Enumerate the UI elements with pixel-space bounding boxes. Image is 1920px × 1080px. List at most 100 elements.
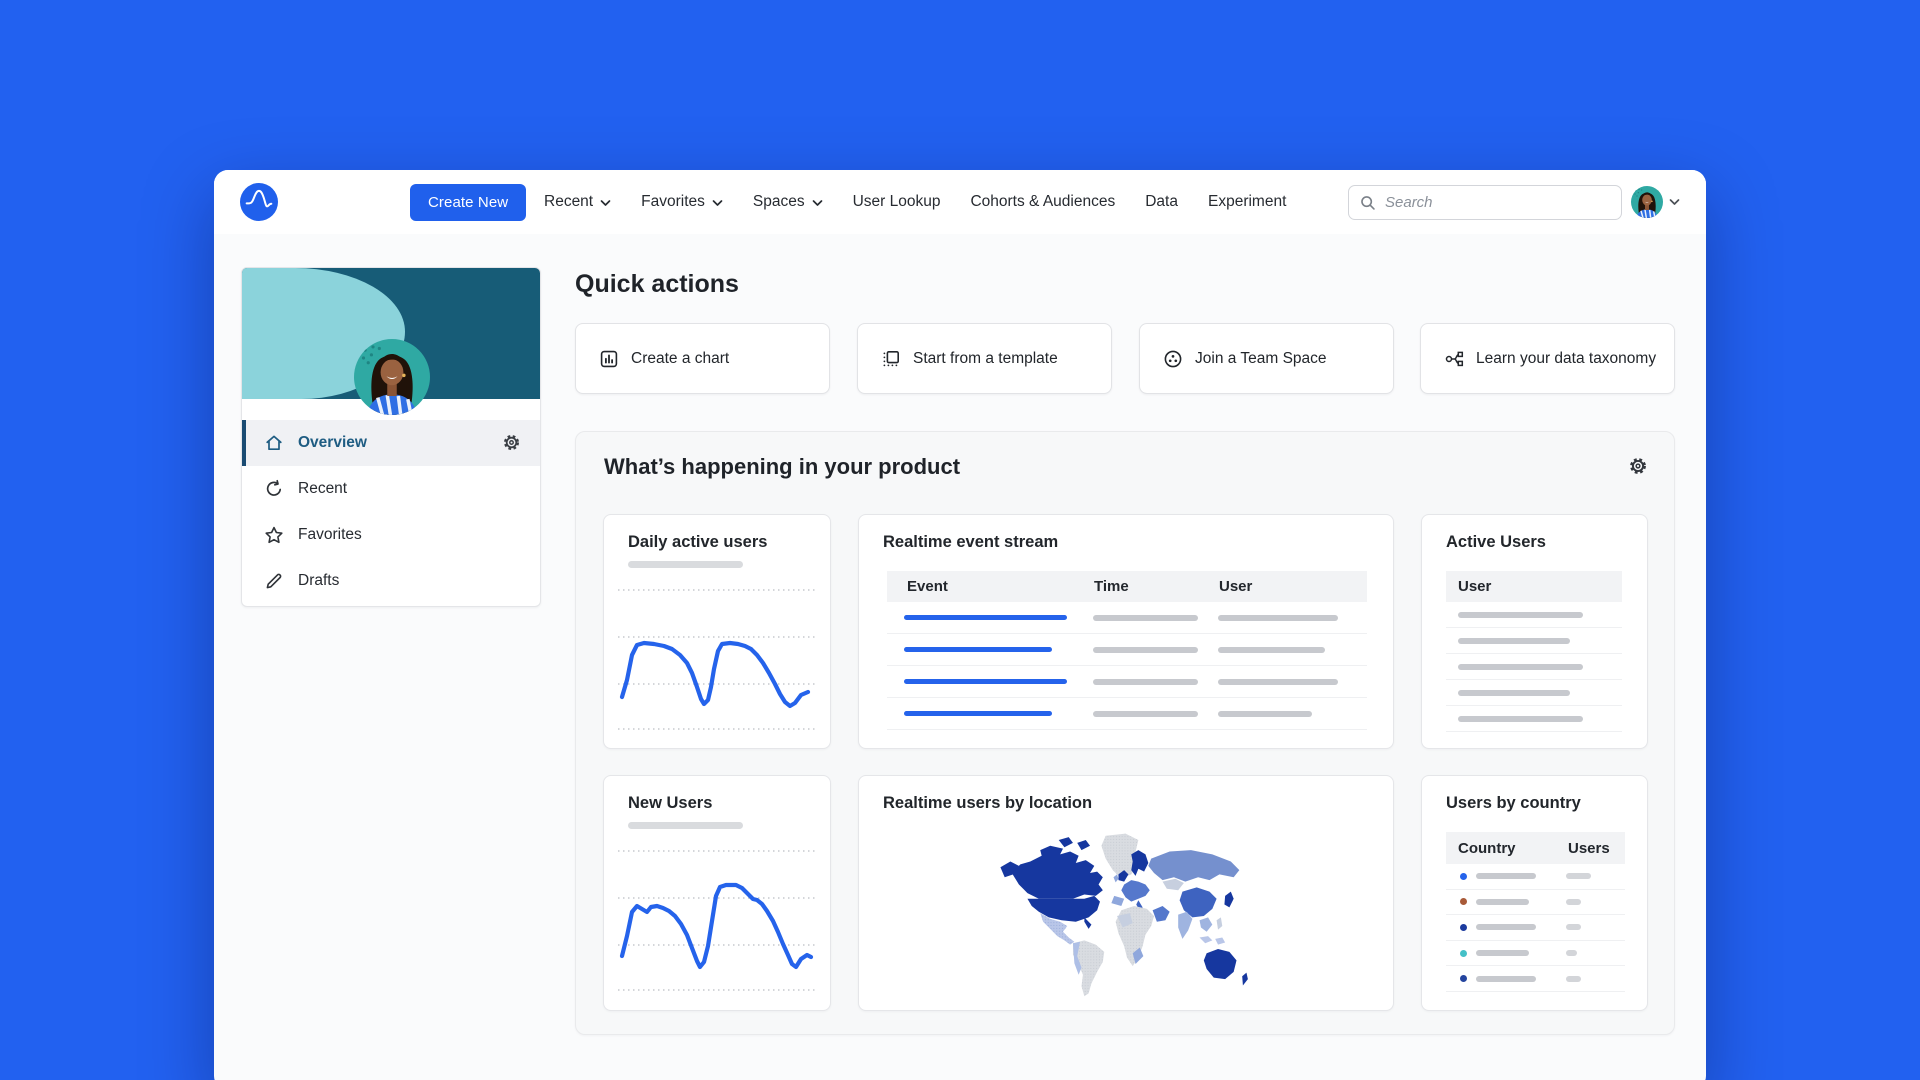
users-skeleton-bar xyxy=(1566,976,1581,982)
users-by-country-card[interactable]: Users by country Country Users xyxy=(1421,775,1648,1011)
realtime-event-stream-card[interactable]: Realtime event stream Event Time User xyxy=(858,514,1394,749)
column-header-users: Users xyxy=(1568,840,1610,857)
time-skeleton-bar xyxy=(1093,679,1198,685)
panel-settings-gear-icon[interactable] xyxy=(1628,456,1648,476)
nav-item-label: Spaces xyxy=(753,193,805,211)
users-skeleton-bar xyxy=(1566,924,1581,930)
team-space-icon xyxy=(1163,349,1183,369)
users-by-country-table: Country Users xyxy=(1446,832,1625,992)
new-users-chart xyxy=(604,836,831,1001)
nav-item-cohorts-audiences[interactable]: Cohorts & Audiences xyxy=(970,193,1115,211)
sidebar-item-favorites[interactable]: Favorites xyxy=(242,512,540,558)
world-map xyxy=(999,830,1255,1002)
event-stream-row xyxy=(887,666,1367,698)
user-skeleton-bar xyxy=(1458,716,1583,722)
daily-active-users-card[interactable]: Daily active users xyxy=(603,514,831,749)
user-skeleton-bar xyxy=(1458,690,1570,696)
user-skeleton-bar xyxy=(1458,638,1570,644)
quick-action-learn-your-data-taxonomy[interactable]: Learn your data taxonomy xyxy=(1420,323,1675,394)
users-skeleton-bar xyxy=(1566,873,1591,879)
template-icon xyxy=(881,349,901,369)
quick-action-join-a-team-space[interactable]: Join a Team Space xyxy=(1139,323,1394,394)
taxonomy-icon xyxy=(1444,349,1464,369)
profile-menu[interactable] xyxy=(1631,186,1680,218)
column-header-event: Event xyxy=(907,578,1094,595)
nav-item-user-lookup[interactable]: User Lookup xyxy=(853,193,941,211)
table-header: Country Users xyxy=(1446,832,1625,864)
amplitude-logo-icon[interactable] xyxy=(240,183,278,221)
sidebar-item-recent[interactable]: Recent xyxy=(242,466,540,512)
country-skeleton-bar xyxy=(1476,873,1536,879)
chevron-down-icon xyxy=(600,199,611,207)
country-row xyxy=(1446,864,1625,890)
refresh-icon xyxy=(264,479,284,499)
nav-item-recent[interactable]: Recent xyxy=(544,193,611,211)
profile-avatar[interactable] xyxy=(354,339,430,415)
quick-action-start-from-a-template[interactable]: Start from a template xyxy=(857,323,1112,394)
users-skeleton-bar xyxy=(1566,899,1581,905)
column-header-user: User xyxy=(1458,578,1491,595)
overview-settings-gear-icon[interactable] xyxy=(502,433,522,453)
sidebar-menu: Overview Recent Favorites Drafts xyxy=(242,420,540,604)
event-stream-row xyxy=(887,602,1367,634)
active-user-row xyxy=(1446,680,1622,706)
sidebar-item-label: Favorites xyxy=(298,526,362,544)
event-skeleton-bar xyxy=(904,711,1052,716)
quick-action-label: Learn your data taxonomy xyxy=(1476,350,1656,368)
nav-item-label: Favorites xyxy=(641,193,705,211)
active-user-row xyxy=(1446,706,1622,732)
table-header: Event Time User xyxy=(887,571,1367,602)
nav-item-favorites[interactable]: Favorites xyxy=(641,193,723,211)
user-skeleton-bar xyxy=(1218,679,1338,685)
sidebar-item-label: Drafts xyxy=(298,572,339,590)
search-input[interactable] xyxy=(1385,194,1611,211)
new-users-card[interactable]: New Users xyxy=(603,775,831,1011)
sidebar-item-overview[interactable]: Overview xyxy=(242,420,540,466)
country-row xyxy=(1446,890,1625,916)
realtime-users-by-location-card[interactable]: Realtime users by location xyxy=(858,775,1394,1011)
nav-item-label: Cohorts & Audiences xyxy=(970,193,1115,211)
card-title: Users by country xyxy=(1446,794,1581,813)
country-skeleton-bar xyxy=(1476,924,1536,930)
quick-action-create-a-chart[interactable]: Create a chart xyxy=(575,323,830,394)
nav-item-data[interactable]: Data xyxy=(1145,193,1178,211)
active-users-table: User xyxy=(1446,571,1622,732)
search-icon xyxy=(1359,194,1377,212)
event-stream-row xyxy=(887,698,1367,730)
star-icon xyxy=(264,525,284,545)
country-row xyxy=(1446,915,1625,941)
card-title: Daily active users xyxy=(628,533,767,552)
time-skeleton-bar xyxy=(1093,711,1198,717)
country-row xyxy=(1446,966,1625,992)
chevron-down-icon xyxy=(712,199,723,207)
app-window: Create New Recent Favorites Spaces User … xyxy=(214,170,1706,1080)
time-skeleton-bar xyxy=(1093,615,1198,621)
column-header-time: Time xyxy=(1094,578,1219,595)
event-skeleton-bar xyxy=(904,679,1067,684)
country-dot xyxy=(1460,975,1467,982)
time-skeleton-bar xyxy=(1093,647,1198,653)
home-icon xyxy=(264,433,284,453)
user-avatar[interactable] xyxy=(1631,186,1663,218)
country-dot xyxy=(1460,924,1467,931)
event-stream-row xyxy=(887,634,1367,666)
column-header-user: User xyxy=(1219,578,1252,595)
chevron-down-icon xyxy=(1669,198,1680,206)
nav-links: Recent Favorites Spaces User Lookup Coho… xyxy=(544,170,1286,234)
search-box[interactable] xyxy=(1348,185,1622,220)
event-skeleton-bar xyxy=(904,615,1067,620)
panel-title: What’s happening in your product xyxy=(604,454,960,480)
nav-item-label: Data xyxy=(1145,193,1178,211)
sidebar-item-drafts[interactable]: Drafts xyxy=(242,558,540,604)
nav-item-experiment[interactable]: Experiment xyxy=(1208,193,1286,211)
column-header-country: Country xyxy=(1458,840,1568,857)
quick-action-label: Start from a template xyxy=(913,350,1058,368)
active-users-card[interactable]: Active Users User xyxy=(1421,514,1648,749)
nav-item-spaces[interactable]: Spaces xyxy=(753,193,823,211)
top-nav: Create New Recent Favorites Spaces User … xyxy=(214,170,1706,234)
user-skeleton-bar xyxy=(1218,647,1325,653)
nav-item-label: Experiment xyxy=(1208,193,1286,211)
country-skeleton-bar xyxy=(1476,976,1536,982)
user-skeleton-bar xyxy=(1218,711,1312,717)
create-new-button[interactable]: Create New xyxy=(410,184,526,221)
